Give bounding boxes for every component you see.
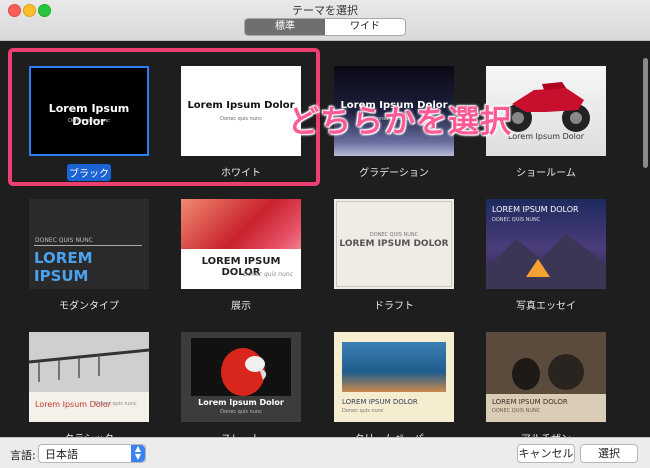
theme-label-exhibit: 展示 bbox=[231, 301, 251, 312]
thumbnail-subtitle: DONEC QUIS NUNC bbox=[492, 217, 541, 223]
thumbnail-title: LOREM IPSUM DOLOR bbox=[342, 398, 418, 406]
title-bar: テーマを選択 標準 ワイド bbox=[0, 0, 650, 41]
thumbnail-subtitle: Donec quis nunc bbox=[342, 408, 384, 414]
parrot-image bbox=[221, 348, 267, 396]
tab-wide[interactable]: ワイド bbox=[325, 19, 405, 35]
theme-thumbnail-slate[interactable]: Lorem Ipsum Dolor Donec quis nunc bbox=[181, 332, 301, 422]
language-select[interactable]: 日本語 ▲ ▼ bbox=[38, 444, 146, 463]
thumbnail-subtitle: DONEC QUIS NUNC bbox=[369, 232, 419, 238]
theme-thumbnail-classic[interactable]: Lorem Ipsum Dolor Donec quis nunc bbox=[29, 332, 149, 422]
theme-label-photo-essay: 写真エッセイ bbox=[516, 301, 576, 312]
thumbnail-title: LOREM IPSUM DOLOR bbox=[492, 398, 568, 406]
tab-standard[interactable]: 標準 bbox=[245, 19, 325, 35]
annotation-text: どちらかを選択 bbox=[288, 104, 512, 140]
theme-thumbnail-modern-type[interactable]: DONEC QUIS NUNC LOREM IPSUM bbox=[29, 199, 149, 289]
divider bbox=[34, 245, 142, 246]
cancel-button[interactable]: キャンセル bbox=[517, 444, 575, 463]
select-button[interactable]: 選択 bbox=[580, 444, 638, 463]
language-value: 日本語 bbox=[45, 448, 78, 461]
aspect-segmented-control: 標準 ワイド bbox=[244, 18, 406, 36]
thumbnail-subtitle: Donec quis nunc bbox=[242, 271, 293, 278]
coast-image bbox=[342, 342, 446, 392]
pottery-image bbox=[486, 332, 606, 394]
thumbnail-title: LOREM IPSUM DOLOR bbox=[492, 205, 579, 214]
thumbnail-subtitle: DONEC QUIS NUNC bbox=[35, 237, 93, 244]
theme-thumbnail-artisan[interactable]: LOREM IPSUM DOLOR DONEC QUIS NUNC bbox=[486, 332, 606, 422]
theme-label-draft: ドラフト bbox=[374, 301, 414, 312]
thumbnail-subtitle: Donec quis nunc bbox=[220, 409, 262, 415]
vertical-scrollbar[interactable] bbox=[643, 58, 648, 168]
theme-thumbnail-exhibit[interactable]: LOREM IPSUM DOLOR Donec quis nunc bbox=[181, 199, 301, 289]
theme-thumbnail-photo-essay[interactable]: LOREM IPSUM DOLOR DONEC QUIS NUNC bbox=[486, 199, 606, 289]
bottom-bar: 言語: 日本語 ▲ ▼ キャンセル 選択 bbox=[0, 437, 650, 468]
highlight-box bbox=[8, 48, 320, 186]
bridge-image bbox=[29, 332, 149, 392]
language-label: 言語: bbox=[10, 449, 36, 462]
theme-label-gradient: グラデーション bbox=[359, 168, 429, 179]
thumbnail-title: Lorem Ipsum Dolor bbox=[198, 398, 284, 407]
chevron-updown-icon: ▲ ▼ bbox=[131, 445, 145, 462]
thumbnail-subtitle: DONEC QUIS NUNC bbox=[492, 408, 541, 414]
thumbnail-title: LOREM IPSUM bbox=[34, 249, 93, 285]
window-title: テーマを選択 bbox=[292, 4, 358, 17]
thumbnail-title: LOREM IPSUM DOLOR bbox=[339, 239, 449, 249]
theme-label-modern-type: モダンタイプ bbox=[59, 301, 119, 312]
theme-label-showroom: ショールーム bbox=[516, 168, 576, 179]
theme-thumbnail-cream-paper[interactable]: LOREM IPSUM DOLOR Donec quis nunc bbox=[334, 332, 454, 422]
thumbnail-subtitle: Donec quis nunc bbox=[95, 401, 137, 407]
theme-thumbnail-draft[interactable]: DONEC QUIS NUNC LOREM IPSUM DOLOR bbox=[334, 199, 454, 289]
parrot-image-frame bbox=[191, 338, 291, 396]
